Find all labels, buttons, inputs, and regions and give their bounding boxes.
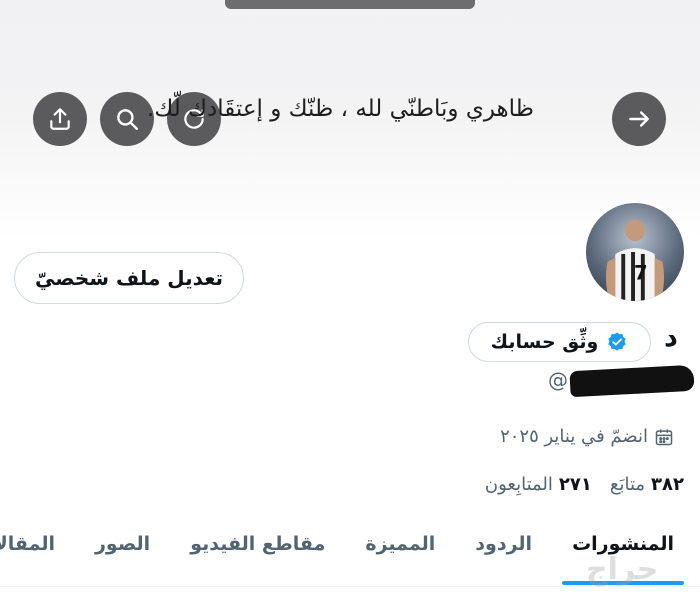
- search-button[interactable]: [100, 92, 154, 146]
- avatar-image: 7: [605, 219, 665, 301]
- profile-tabs: المنشورات الردود المميزة مقاطع الفيديو ا…: [0, 533, 674, 555]
- share-button[interactable]: [33, 92, 87, 146]
- search-icon: [117, 109, 138, 130]
- username-handle: @: [548, 368, 568, 392]
- redacted-username: [569, 364, 695, 398]
- followers-count: ٢٧١: [558, 474, 592, 495]
- joined-text: انضمّ في يناير ٢٠٢٥: [500, 426, 648, 447]
- verify-label: وثِّق حسابك: [490, 331, 599, 353]
- following-label: متابَع: [609, 474, 646, 495]
- display-name: د: [664, 322, 678, 353]
- forward-button[interactable]: [612, 92, 666, 146]
- banner-text: ظاهري وبَاطنّي لله ، ظنّك و إعتقَادك لّك…: [147, 96, 534, 122]
- calendar-icon: [655, 429, 673, 445]
- tab-replies[interactable]: الردود: [475, 533, 532, 555]
- share-icon: [50, 108, 70, 130]
- arrow-right-icon: [629, 111, 649, 127]
- tab-photos[interactable]: الصور: [95, 533, 150, 555]
- verify-account-button[interactable]: وثِّق حسابك: [468, 322, 651, 362]
- watermark: حراج: [586, 552, 659, 587]
- following-stat[interactable]: ٣٨٢ متابَع: [610, 474, 684, 495]
- svg-text:7: 7: [634, 261, 648, 284]
- following-count: ٣٨٢: [651, 474, 684, 495]
- tab-highlights[interactable]: المميزة: [365, 533, 435, 555]
- edit-profile-button[interactable]: تعديل ملف شخصيّ: [14, 252, 244, 304]
- tab-articles[interactable]: المقالات: [0, 533, 55, 555]
- joined-date: انضمّ في يناير ٢٠٢٥: [500, 426, 674, 447]
- avatar[interactable]: 7: [583, 200, 687, 304]
- sheet-handle[interactable]: [225, 0, 475, 9]
- followers-label: المتابِعون: [484, 474, 553, 495]
- followers-stat[interactable]: ٢٧١ المتابِعون: [485, 474, 592, 495]
- profile-stats: ٣٨٢ متابَع ٢٧١ المتابِعون: [485, 474, 684, 495]
- tab-videos[interactable]: مقاطع الفيديو: [190, 533, 325, 555]
- verified-badge-icon: [608, 332, 627, 351]
